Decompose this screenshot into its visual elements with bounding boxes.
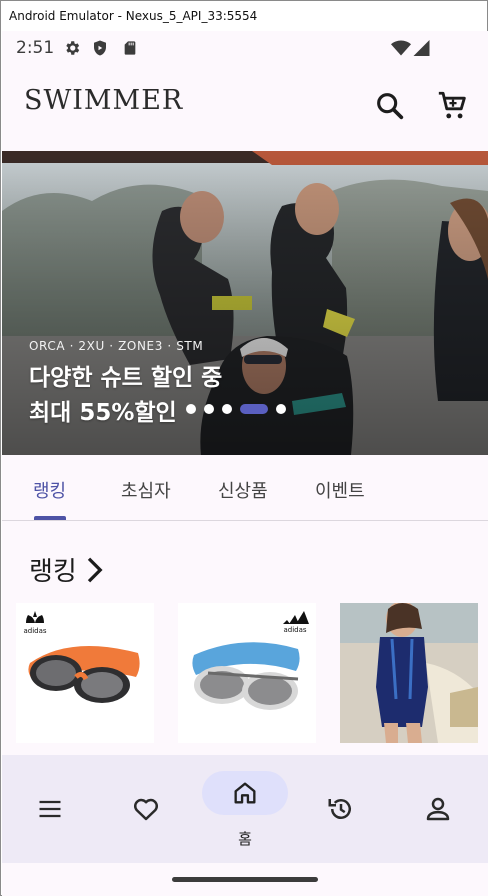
- status-time: 2:51: [16, 38, 55, 58]
- search-button[interactable]: [373, 89, 407, 123]
- phone-screen: 2:51 SWIMMER ORCA · 2XU · ZONE3 · STM 다양…: [2, 31, 488, 896]
- search-icon: [377, 93, 404, 120]
- banner-title-line1: 다양한 슈트 할인 중: [29, 365, 223, 391]
- product-card[interactable]: adidas: [178, 603, 316, 743]
- chevron-right-icon: [87, 557, 103, 582]
- product-card[interactable]: adidas: [16, 603, 154, 743]
- banner-title: 다양한 슈트 할인 중 최대 55%할인: [29, 361, 222, 431]
- tab-events[interactable]: 이벤트: [315, 477, 365, 503]
- status-bar: 2:51: [2, 31, 488, 65]
- nav-profile[interactable]: [408, 755, 468, 863]
- tab-new-products[interactable]: 신상품: [218, 477, 268, 503]
- person-icon: [426, 797, 450, 821]
- shield-icon: [91, 39, 109, 61]
- banner-brands: ORCA · 2XU · ZONE3 · STM: [29, 339, 204, 353]
- heart-icon: [133, 798, 159, 821]
- app-logo: SWIMMER: [24, 85, 184, 116]
- emulator-frame: Android Emulator - Nexus_5_API_33:5554 2…: [0, 0, 488, 896]
- tab-beginner[interactable]: 초심자: [121, 477, 171, 503]
- category-tabs: 랭킹 초심자 신상품 이벤트: [2, 455, 488, 521]
- ranking-product-list: adidas adidas: [2, 601, 488, 771]
- page-dot[interactable]: [276, 404, 286, 414]
- menu-icon: [39, 800, 61, 818]
- tab-indicator: [34, 516, 66, 520]
- section-title: 랭킹: [29, 557, 77, 587]
- page-dot[interactable]: [204, 404, 214, 414]
- nav-history[interactable]: [311, 755, 371, 863]
- cart-button[interactable]: [436, 89, 470, 123]
- product-card[interactable]: [340, 603, 478, 743]
- gesture-home-bar[interactable]: [172, 877, 318, 882]
- home-icon: [234, 782, 256, 804]
- promo-banner[interactable]: ORCA · 2XU · ZONE3 · STM 다양한 슈트 할인 중 최대 …: [2, 151, 488, 455]
- blue-goggles-image: [192, 642, 300, 710]
- navy-swimsuit-image: [340, 603, 478, 743]
- wifi-icon: [391, 40, 411, 60]
- settings-gear-icon: [63, 39, 81, 61]
- cart-icon: [438, 91, 466, 119]
- window-title: Android Emulator - Nexus_5_API_33:5554: [9, 9, 258, 23]
- page-dot[interactable]: [186, 404, 196, 414]
- page-dot-active[interactable]: [240, 404, 268, 414]
- history-icon: [328, 799, 351, 819]
- tab-ranking[interactable]: 랭킹: [33, 477, 66, 503]
- page-dot[interactable]: [222, 404, 232, 414]
- top-app-bar: SWIMMER: [2, 65, 488, 151]
- bottom-navigation: 홈: [2, 755, 488, 863]
- signal-icon: [413, 40, 430, 60]
- ranking-section-header[interactable]: 랭킹: [29, 551, 105, 588]
- banner-page-indicator: [186, 403, 286, 415]
- emulator-title-bar: Android Emulator - Nexus_5_API_33:5554: [1, 1, 487, 31]
- orange-goggles-image: [28, 645, 140, 703]
- sd-card-icon: [122, 39, 138, 61]
